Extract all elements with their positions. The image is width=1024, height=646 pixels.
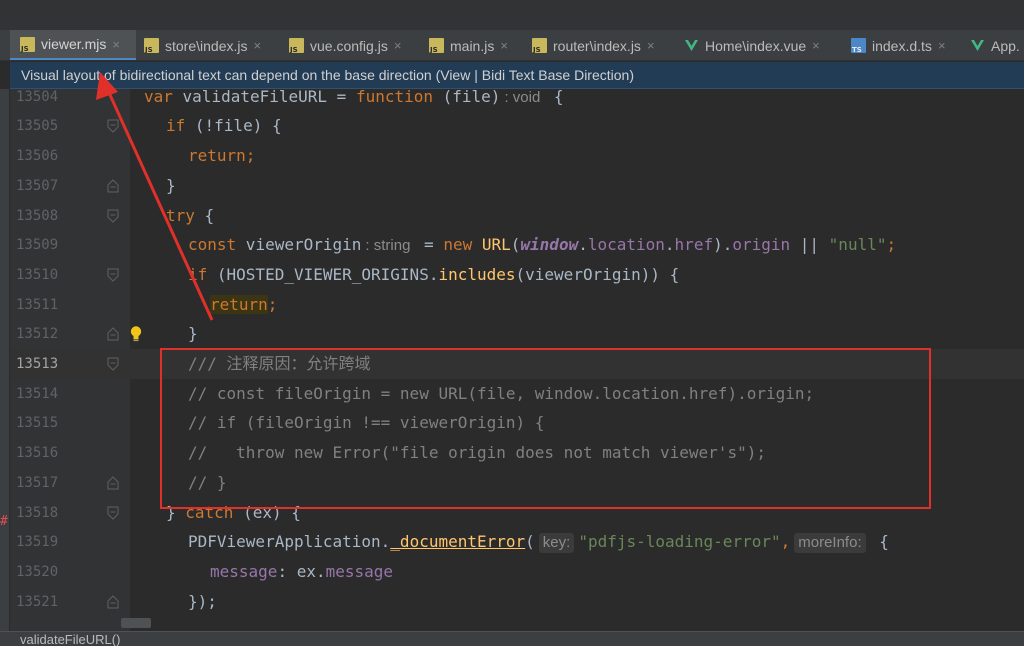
close-icon[interactable]: × bbox=[500, 38, 508, 53]
code-row: 13504 var validateFileURL = function (fi… bbox=[0, 82, 1024, 112]
line-number: 13520 bbox=[16, 564, 59, 580]
close-icon[interactable]: × bbox=[812, 38, 820, 53]
lightbulb-icon[interactable] bbox=[129, 325, 143, 343]
line-number: 13516 bbox=[16, 445, 59, 461]
code-row: 13509 const viewerOrigin: string = new U… bbox=[0, 230, 1024, 260]
param-hint: moreInfo: bbox=[794, 533, 866, 553]
type-hint: : void bbox=[504, 89, 541, 106]
tab-label: viewer.mjs bbox=[41, 36, 107, 52]
js-file-icon bbox=[20, 36, 35, 53]
line-number: 13504 bbox=[16, 89, 59, 105]
line-number: 13506 bbox=[16, 148, 59, 164]
line-number: 13521 bbox=[16, 594, 59, 610]
code-row: 13512 } bbox=[0, 319, 1024, 349]
line-number: 13507 bbox=[16, 178, 59, 194]
vue-file-icon bbox=[970, 38, 985, 53]
line-number: 13518 bbox=[16, 505, 59, 521]
code-row: 13506 return; bbox=[0, 141, 1024, 171]
breadcrumb-function[interactable]: validateFileURL() bbox=[20, 632, 120, 646]
tab-label: Home\index.vue bbox=[705, 37, 807, 54]
ts-file-icon bbox=[851, 38, 866, 54]
line-number: 13517 bbox=[16, 475, 59, 491]
horizontal-scrollbar[interactable] bbox=[121, 618, 151, 628]
fold-close-icon[interactable] bbox=[107, 595, 119, 609]
line-number: 13512 bbox=[16, 326, 59, 342]
fold-open-icon[interactable] bbox=[107, 209, 119, 223]
line-number: 13509 bbox=[16, 237, 59, 253]
code-row: 13511 return; bbox=[0, 290, 1024, 320]
tab-app-vue[interactable]: App. bbox=[970, 30, 1024, 60]
fold-close-icon[interactable] bbox=[107, 476, 119, 490]
tab-label: App. bbox=[991, 37, 1020, 54]
close-icon[interactable]: × bbox=[253, 38, 261, 53]
fold-open-icon[interactable] bbox=[107, 119, 119, 133]
fold-close-icon[interactable] bbox=[107, 327, 119, 341]
tab-label: store\index.js bbox=[165, 37, 248, 54]
breadcrumb-bar: validateFileURL() bbox=[0, 631, 1024, 646]
line-number: 13519 bbox=[16, 534, 59, 550]
code-row: 13510 if (HOSTED_VIEWER_ORIGINS.includes… bbox=[0, 260, 1024, 290]
code-line[interactable]: var validateFileURL = function (file): v… bbox=[144, 82, 564, 112]
code-line[interactable]: PDFViewerApplication._documentError(key:… bbox=[188, 527, 889, 557]
tab-label: index.d.ts bbox=[872, 37, 932, 54]
code-line[interactable]: return; bbox=[188, 141, 255, 171]
tab-store-index-js[interactable]: store\index.js × bbox=[144, 30, 278, 60]
line-number: 13515 bbox=[16, 415, 59, 431]
line-number: 13510 bbox=[16, 267, 59, 283]
tab-router-index-js[interactable]: router\index.js × bbox=[532, 30, 674, 60]
line-number: 13513 bbox=[16, 356, 59, 372]
tab-home-index-vue[interactable]: Home\index.vue × bbox=[684, 30, 840, 60]
line-number: 13514 bbox=[16, 386, 59, 402]
js-file-icon bbox=[532, 38, 547, 54]
line-number: 13511 bbox=[16, 297, 59, 313]
param-hint: key: bbox=[538, 533, 575, 553]
js-file-icon bbox=[429, 38, 444, 54]
close-icon[interactable]: × bbox=[938, 38, 946, 53]
code-line[interactable]: if (HOSTED_VIEWER_ORIGINS.includes(viewe… bbox=[188, 260, 679, 290]
code-line[interactable]: if (!file) { bbox=[166, 111, 282, 141]
close-icon[interactable]: × bbox=[394, 38, 402, 53]
code-row: 13508 try { bbox=[0, 201, 1024, 231]
fold-close-icon[interactable] bbox=[107, 179, 119, 193]
line-number: 13505 bbox=[16, 118, 59, 134]
line-number: 13508 bbox=[16, 208, 59, 224]
fold-open-icon[interactable] bbox=[107, 506, 119, 520]
code-line[interactable]: } bbox=[188, 319, 198, 349]
code-line[interactable]: const viewerOrigin: string = new URL(win… bbox=[188, 230, 896, 260]
code-row: 13520 message: ex.message bbox=[0, 557, 1024, 587]
code-row: 13521 }); bbox=[0, 587, 1024, 617]
banner-text: Visual layout of bidirectional text can … bbox=[21, 67, 634, 83]
code-line[interactable]: } bbox=[166, 171, 176, 201]
fold-open-icon[interactable] bbox=[107, 357, 119, 371]
vue-file-icon bbox=[684, 38, 699, 53]
js-file-icon bbox=[144, 38, 159, 54]
close-icon[interactable]: × bbox=[647, 38, 655, 53]
code-line[interactable]: try { bbox=[166, 201, 214, 231]
code-line[interactable]: return; bbox=[210, 290, 277, 320]
close-icon[interactable]: × bbox=[112, 37, 120, 52]
fold-open-icon[interactable] bbox=[107, 268, 119, 282]
code-row: 13507 } bbox=[0, 171, 1024, 201]
js-file-icon bbox=[289, 38, 304, 54]
code-line[interactable]: message: ex.message bbox=[210, 557, 393, 587]
tab-viewer-mjs[interactable]: viewer.mjs × bbox=[10, 30, 136, 60]
tab-vue-config-js[interactable]: vue.config.js × bbox=[289, 30, 419, 60]
tab-index-d-ts[interactable]: index.d.ts × bbox=[851, 30, 959, 60]
annotation-highlight-box bbox=[160, 348, 931, 509]
tab-label: main.js bbox=[450, 37, 495, 54]
type-hint: : string bbox=[365, 237, 411, 254]
code-line[interactable]: }); bbox=[188, 587, 217, 617]
tab-label: router\index.js bbox=[553, 37, 641, 54]
tab-main-js[interactable]: main.js × bbox=[429, 30, 521, 60]
code-row: 13519 PDFViewerApplication._documentErro… bbox=[0, 527, 1024, 557]
code-row: 13505 if (!file) { bbox=[0, 111, 1024, 141]
editor-tab-bar: viewer.mjs × store\index.js × vue.config… bbox=[0, 30, 1024, 61]
window-top-strip bbox=[0, 0, 1024, 30]
window-top-inner bbox=[0, 0, 1024, 30]
tab-label: vue.config.js bbox=[310, 37, 388, 54]
